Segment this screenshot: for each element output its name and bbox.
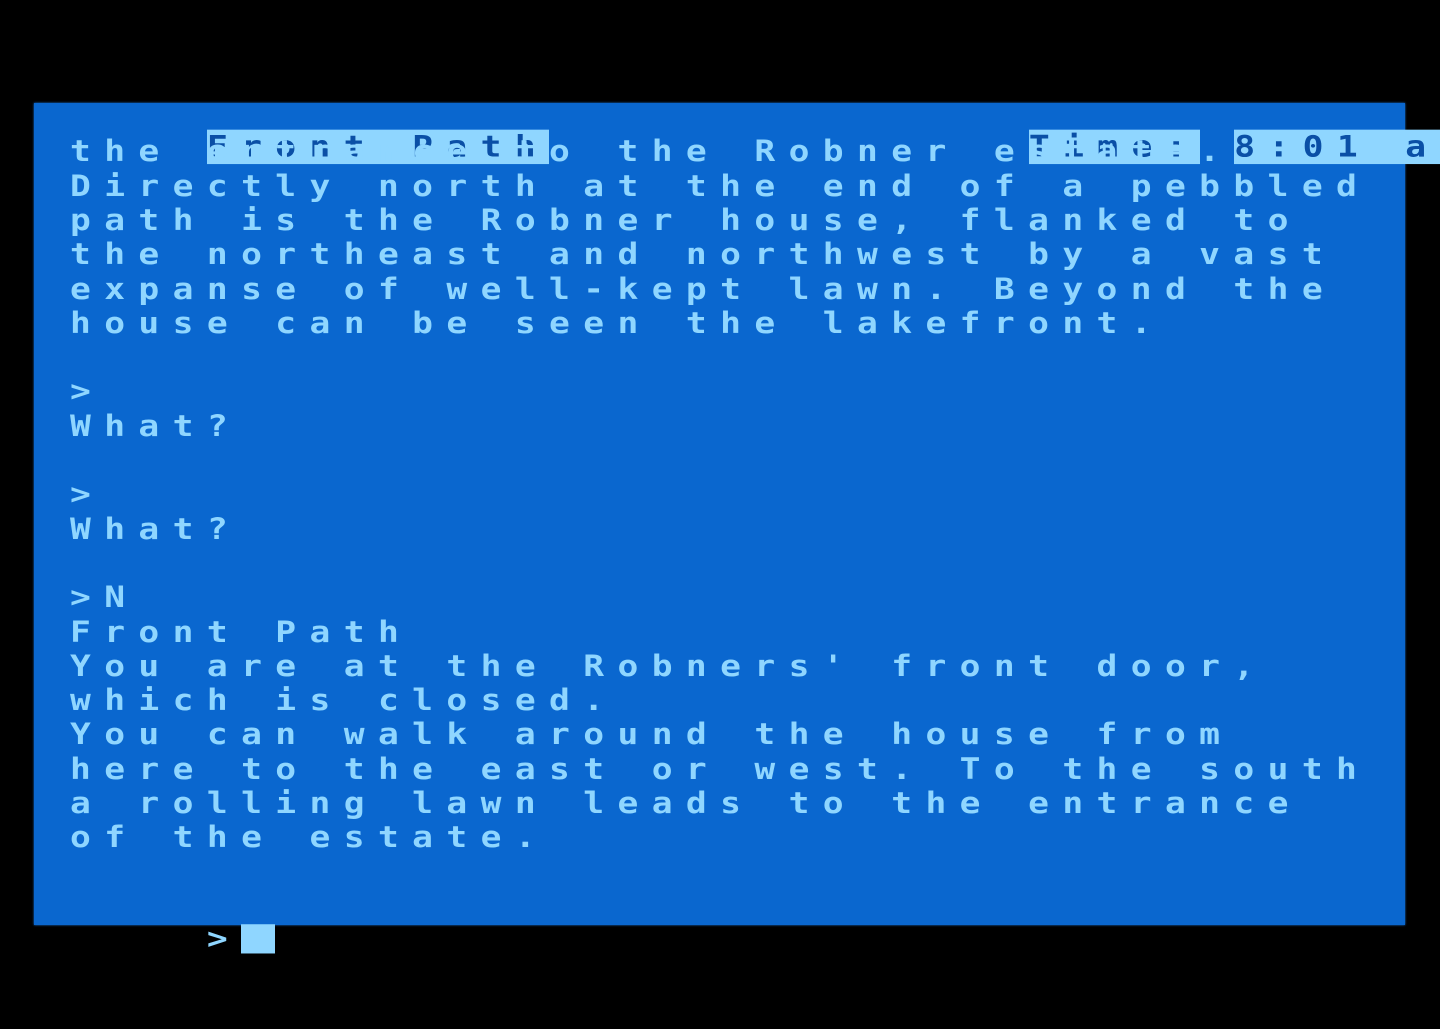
transcript-line: You are at the Robners' front door, [70, 649, 1268, 684]
transcript-line: What? [70, 409, 242, 444]
transcript-line: Directly north at the end of a pebbled [70, 169, 1371, 204]
prompt-symbol: > [206, 921, 242, 956]
transcript-line: What? [70, 512, 242, 547]
transcript-line: > [70, 477, 105, 513]
transcript-line: path is the Robner house, flanked to [70, 203, 1302, 238]
status-time: Time: 8:01 am [892, 103, 1440, 165]
transcript-line: house can be seen the lakefront. [70, 306, 1165, 341]
status-time-value: 8:01 am [1234, 129, 1440, 165]
text-cursor [241, 924, 276, 954]
game-screen: Front Path Time: 8:01 am the entrance to… [34, 103, 1440, 954]
transcript-line: of the estate. [70, 820, 550, 856]
transcript-line: Front Path [70, 614, 413, 650]
transcript-line: > [70, 374, 105, 410]
transcript-line: >N [70, 580, 139, 616]
status-bar: Front Path [70, 103, 550, 165]
transcript-line: You can walk around the house from [70, 717, 1234, 753]
command-prompt[interactable]: > [70, 895, 276, 954]
transcript-line: expanse of well-kept lawn. Beyond the [70, 271, 1337, 307]
transcript-line: the northeast and northwest by a vast [70, 237, 1337, 273]
transcript-line: here to the east or west. To the south [70, 752, 1371, 787]
transcript-line: which is closed. [70, 683, 618, 718]
transcript-line: a rolling lawn leads to the entrance [70, 786, 1302, 821]
transcript-line: the entrance to the Robner estate. [70, 134, 1234, 170]
